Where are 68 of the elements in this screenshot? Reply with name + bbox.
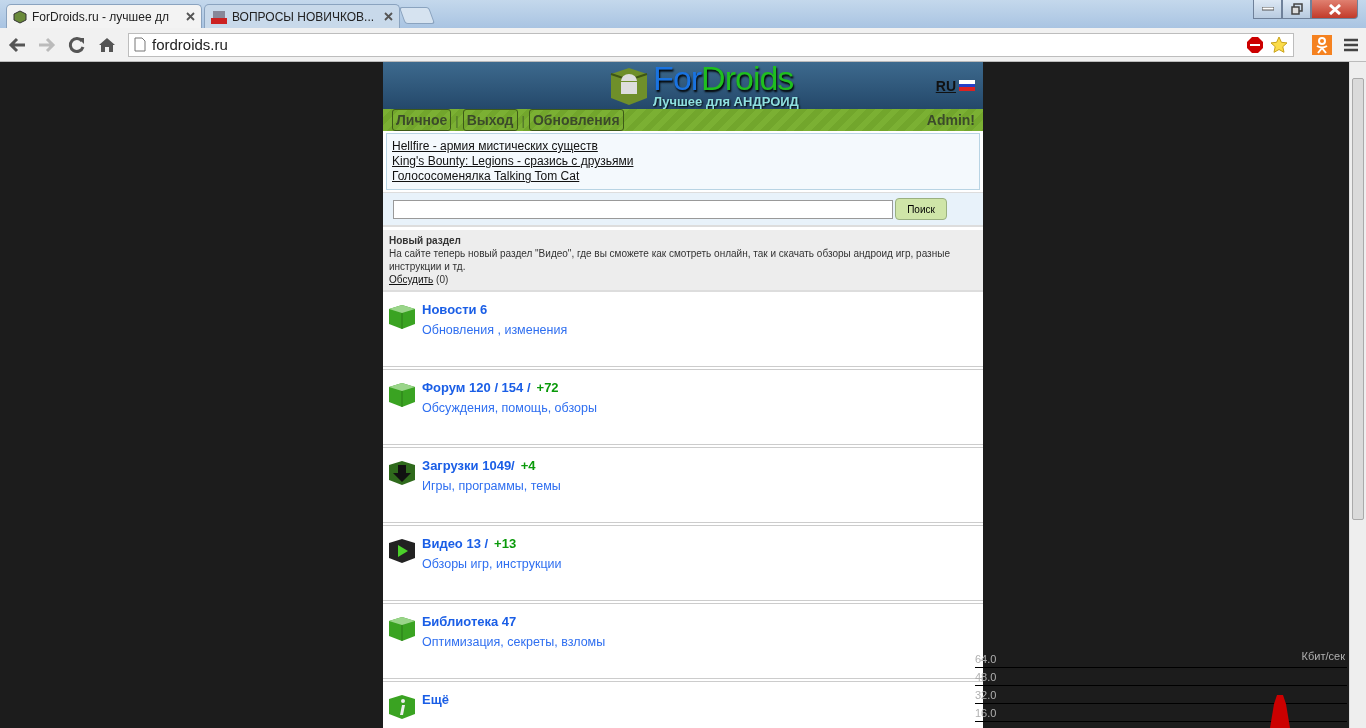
menu-icon[interactable]	[1344, 37, 1358, 52]
section-subtitle: Игры, программы, темы	[422, 479, 561, 493]
new-count: +4	[520, 458, 536, 473]
cube-icon	[388, 304, 416, 330]
stop-sign-icon[interactable]	[1246, 35, 1264, 54]
nav-button[interactable]: Личное	[392, 109, 452, 131]
download-icon	[388, 460, 416, 486]
comment-count: (0)	[436, 274, 449, 285]
search-field[interactable]	[393, 199, 893, 219]
minimize-icon	[1261, 7, 1274, 11]
home-icon[interactable]	[98, 36, 116, 53]
featured-link[interactable]: King's Bounty: Legions - сразись с друзьями	[392, 154, 974, 169]
browser-tab[interactable]: ВОПРОСЫ НОВИЧКОВ...	[204, 4, 400, 28]
nav-button[interactable]: Обновления	[528, 109, 624, 131]
address-bar[interactable]: fordroids.ru	[128, 32, 1294, 57]
minimize-button[interactable]	[1253, 0, 1282, 19]
section-title[interactable]: Новости 6	[422, 302, 488, 317]
section-subtitle: Обновления , изменения	[422, 323, 568, 337]
section-card[interactable]: Загрузки 1049/ +4 Игры, программы, темы	[383, 448, 983, 526]
featured-link[interactable]: Hellfire - армия мистических существ	[392, 139, 974, 154]
unit-label: Кбит/сек	[1301, 650, 1345, 662]
cms-icon	[211, 9, 227, 24]
separator-text: |	[455, 112, 459, 128]
flag-icon	[959, 80, 975, 91]
section-title[interactable]: Ещё	[422, 692, 449, 707]
search-button[interactable]: Поиск	[895, 198, 947, 220]
info-icon	[388, 694, 416, 720]
nav-button[interactable]: Выход	[462, 109, 518, 131]
section-card[interactable]: Видео 13 / +13 Обзоры игр, инструкции	[383, 526, 983, 604]
username-text: Admin!	[926, 112, 975, 128]
section-title[interactable]: Загрузки 1049/	[422, 458, 515, 473]
star-icon[interactable]	[1270, 35, 1288, 54]
traffic-spike-drawing	[1270, 694, 1290, 728]
discuss-link[interactable]: Обсудить	[389, 274, 434, 285]
page-icon	[134, 37, 146, 52]
restore-button[interactable]	[1282, 0, 1311, 19]
close-window-button[interactable]	[1311, 0, 1358, 19]
section-subtitle: Обсуждения, помощь, обзоры	[422, 401, 597, 415]
section-card[interactable]: Форум 120 / 154 / +72 Обсуждения, помощь, обзоры	[383, 370, 983, 448]
person-icon[interactable]	[1312, 34, 1332, 55]
tab-title: ForDroids.ru - лучшее дл	[32, 9, 170, 24]
notice-text: На сайте теперь новый раздел "Видео", где вы сможете как смотреть онлайн, так и скачать обзоры андроид игр, разные инструкции и тд.	[389, 247, 951, 273]
reload-icon[interactable]	[68, 35, 86, 54]
close-icon[interactable]	[186, 12, 195, 21]
section-title[interactable]: Форум 120 / 154 /	[422, 380, 531, 395]
notice-title: Новый раздел	[389, 234, 462, 247]
new-count: +72	[536, 380, 559, 395]
section-card[interactable]: Новости 6 Обновления , изменения	[383, 292, 983, 370]
section-title[interactable]: Библиотека 47	[422, 614, 517, 629]
featured-link[interactable]: Голососоменялка Talking Tom Cat	[392, 169, 974, 184]
tab-title: ВОПРОСЫ НОВИЧКОВ...	[232, 9, 376, 24]
close-icon	[1327, 3, 1342, 15]
section-subtitle: Обзоры игр, инструкции	[422, 557, 562, 571]
section-subtitle: Оптимизация, секреты, взломы	[422, 635, 606, 649]
cube-icon	[13, 9, 27, 24]
play-icon	[388, 538, 416, 564]
logo-title: ForDroids	[653, 62, 795, 94]
section-title[interactable]: Видео 13 /	[422, 536, 489, 551]
back-icon[interactable]	[8, 36, 26, 53]
scrollbar[interactable]	[1349, 62, 1366, 728]
cube-icon	[388, 616, 416, 642]
new-count: +13	[494, 536, 517, 551]
browser-tab[interactable]: ForDroids.ru - лучшее дл	[6, 4, 202, 28]
restore-icon	[1290, 3, 1303, 15]
logo-tagline: Лучшее для АНДРОИД	[653, 94, 799, 109]
cube-icon	[388, 382, 416, 408]
close-icon[interactable]	[384, 12, 393, 21]
separator-text: |	[521, 112, 525, 128]
